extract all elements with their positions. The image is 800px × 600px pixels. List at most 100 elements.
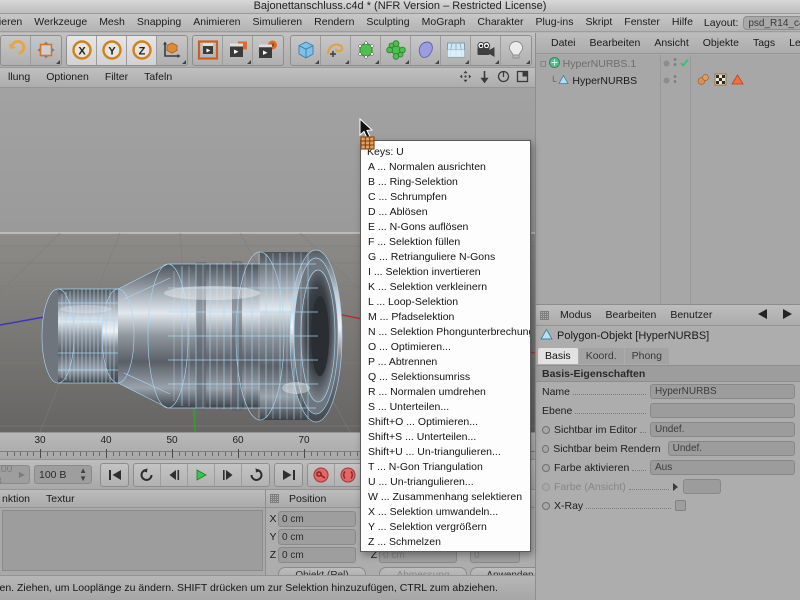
popup-menu-item[interactable]: O ... Optimieren... <box>361 340 530 355</box>
hotkey-popup-menu[interactable]: Keys: U A ... Normalen ausrichtenB ... R… <box>360 140 531 552</box>
stepper-icon[interactable]: ▲▼ <box>75 467 87 483</box>
name-field[interactable]: HyperNURBS <box>650 384 795 399</box>
popup-menu-item[interactable]: R ... Normalen umdrehen <box>361 385 530 400</box>
animation-radio-icon[interactable] <box>542 426 550 434</box>
loop-back-button[interactable] <box>134 464 161 486</box>
popup-menu-item[interactable]: U ... Un-triangulieren... <box>361 475 530 490</box>
record-key-button[interactable] <box>308 464 335 486</box>
layout-selector[interactable]: Layout: psd_R14_c4d <box>699 16 800 30</box>
render-view-button[interactable] <box>193 36 223 65</box>
viewport-menu-optionen[interactable]: Optionen <box>38 68 97 87</box>
popup-menu-item[interactable]: N ... Selektion Phongunterbrechung <box>361 325 530 340</box>
pan-icon[interactable] <box>459 70 472 86</box>
editor-render-dots-icon[interactable] <box>673 57 677 70</box>
popup-menu-item[interactable]: Y ... Selektion vergrößern <box>361 520 530 535</box>
ebene-field[interactable] <box>650 403 795 418</box>
rotate-icon[interactable] <box>497 70 510 86</box>
object-tree[interactable]: ◻ HyperNURBS.1 └ HyperNURBS <box>536 55 800 304</box>
array-button[interactable] <box>381 36 411 65</box>
move-tool-button[interactable] <box>31 36 61 65</box>
menu-item-hilfe[interactable]: Hilfe <box>666 14 699 31</box>
popup-menu-item[interactable]: Shift+S ... Unterteilen... <box>361 430 530 445</box>
animation-radio-icon[interactable] <box>542 502 550 510</box>
am-menu-modus[interactable]: Modus <box>553 309 599 321</box>
popup-menu-item[interactable]: Q ... Selektionsumriss <box>361 370 530 385</box>
axis-y-button[interactable]: Y <box>97 36 127 65</box>
environment-button[interactable] <box>441 36 471 65</box>
nav-back-icon[interactable] <box>756 308 770 323</box>
camera-button[interactable] <box>471 36 501 65</box>
animation-radio-icon[interactable] <box>542 445 549 453</box>
expand-arrow-icon[interactable] <box>673 483 678 491</box>
maximize-icon[interactable] <box>516 70 529 86</box>
object-row-hypernurbs[interactable]: └ HyperNURBS <box>536 72 660 89</box>
end-frame-field[interactable]: 100 B ▲▼ <box>34 465 92 484</box>
menu-item-editieren[interactable]: tieren <box>0 14 28 31</box>
popup-menu-item[interactable]: S ... Unterteilen... <box>361 400 530 415</box>
tree-expander-icon[interactable]: ◻ <box>540 59 547 68</box>
cube-primitive-button[interactable] <box>291 36 321 65</box>
popup-menu-item[interactable]: I ... Selektion invertieren <box>361 265 530 280</box>
position-z-field[interactable]: 0 cm <box>278 547 356 563</box>
goto-end-button[interactable] <box>275 464 302 486</box>
autokey-button[interactable] <box>335 464 362 486</box>
popup-menu-item[interactable]: X ... Selektion umwandeln... <box>361 505 530 520</box>
material-menu-textur[interactable]: Textur <box>38 493 83 505</box>
viewport-menu-filter[interactable]: Filter <box>97 68 136 87</box>
popup-menu-item[interactable]: G ... Retrianguliere N-Gons <box>361 250 530 265</box>
popup-menu-item[interactable]: F ... Selektion füllen <box>361 235 530 250</box>
editor-render-dots-icon[interactable] <box>673 74 677 87</box>
popup-menu-item[interactable]: L ... Loop-Selektion <box>361 295 530 310</box>
position-x-field[interactable]: 0 cm <box>278 511 356 527</box>
menu-item-rendern[interactable]: Rendern <box>308 14 360 31</box>
material-menu-funktion[interactable]: nktion <box>0 493 38 505</box>
om-menu-tags[interactable]: Tags <box>746 37 782 49</box>
tab-koord[interactable]: Koord. <box>579 348 624 364</box>
object-row-hypernurbs1[interactable]: ◻ HyperNURBS.1 <box>536 55 660 72</box>
step-back-button[interactable] <box>161 464 188 486</box>
farbe-aktivieren-field[interactable]: Aus <box>650 460 795 475</box>
spline-button[interactable] <box>321 36 351 65</box>
am-menu-benutzer[interactable]: Benutzer <box>663 309 719 321</box>
menu-item-mesh[interactable]: Mesh <box>93 14 131 31</box>
menu-item-plugins[interactable]: Plug-ins <box>530 14 580 31</box>
world-coordinate-button[interactable] <box>157 36 187 65</box>
popup-menu-item[interactable]: B ... Ring-Selektion <box>361 175 530 190</box>
menu-item-mograph[interactable]: MoGraph <box>416 14 472 31</box>
menu-item-fenster[interactable]: Fenster <box>618 14 666 31</box>
popup-menu-item[interactable]: M ... Pfadselektion <box>361 310 530 325</box>
menu-item-sculpting[interactable]: Sculpting <box>360 14 415 31</box>
visibility-row-1[interactable] <box>661 55 690 72</box>
nurbs-button[interactable] <box>351 36 381 65</box>
undo-button[interactable] <box>1 36 31 65</box>
popup-menu-item[interactable]: E ... N-Gons auflösen <box>361 220 530 235</box>
light-button[interactable] <box>501 36 531 65</box>
om-menu-objekte[interactable]: Objekte <box>696 37 746 49</box>
visibility-dot-icon[interactable] <box>663 75 670 87</box>
dolly-icon[interactable] <box>478 70 491 86</box>
visibility-dot-icon[interactable] <box>663 58 670 70</box>
tab-phong[interactable]: Phong <box>625 348 669 364</box>
menu-item-skript[interactable]: Skript <box>579 14 618 31</box>
selection-tag-icon[interactable] <box>731 73 744 89</box>
nav-forward-icon[interactable] <box>780 308 794 323</box>
play-button[interactable] <box>188 464 215 486</box>
phong-tag-icon[interactable] <box>697 73 710 89</box>
viewport-menu-darstellung[interactable]: llung <box>0 68 38 87</box>
check-icon[interactable] <box>680 58 689 70</box>
popup-menu-item[interactable]: P ... Abtrennen <box>361 355 530 370</box>
popup-menu-item[interactable]: Shift+U ... Un-triangulieren... <box>361 445 530 460</box>
panel-grip-icon[interactable] <box>540 311 549 320</box>
om-menu-lesezeichen[interactable]: Lese <box>782 37 800 49</box>
sichtbar-editor-field[interactable]: Undef. <box>650 422 795 437</box>
om-menu-datei[interactable]: Datei <box>544 37 583 49</box>
tab-basis[interactable]: Basis <box>538 348 578 364</box>
axis-z-button[interactable]: Z <box>127 36 157 65</box>
animation-radio-icon[interactable] <box>542 464 550 472</box>
render-settings-button[interactable] <box>253 36 283 65</box>
tags-row-2[interactable] <box>691 72 800 89</box>
render-region-button[interactable] <box>223 36 253 65</box>
viewport-menu-tafeln[interactable]: Tafeln <box>136 68 180 87</box>
texture-tag-icon[interactable] <box>714 73 727 89</box>
farbe-ansicht-swatch[interactable] <box>683 479 721 494</box>
